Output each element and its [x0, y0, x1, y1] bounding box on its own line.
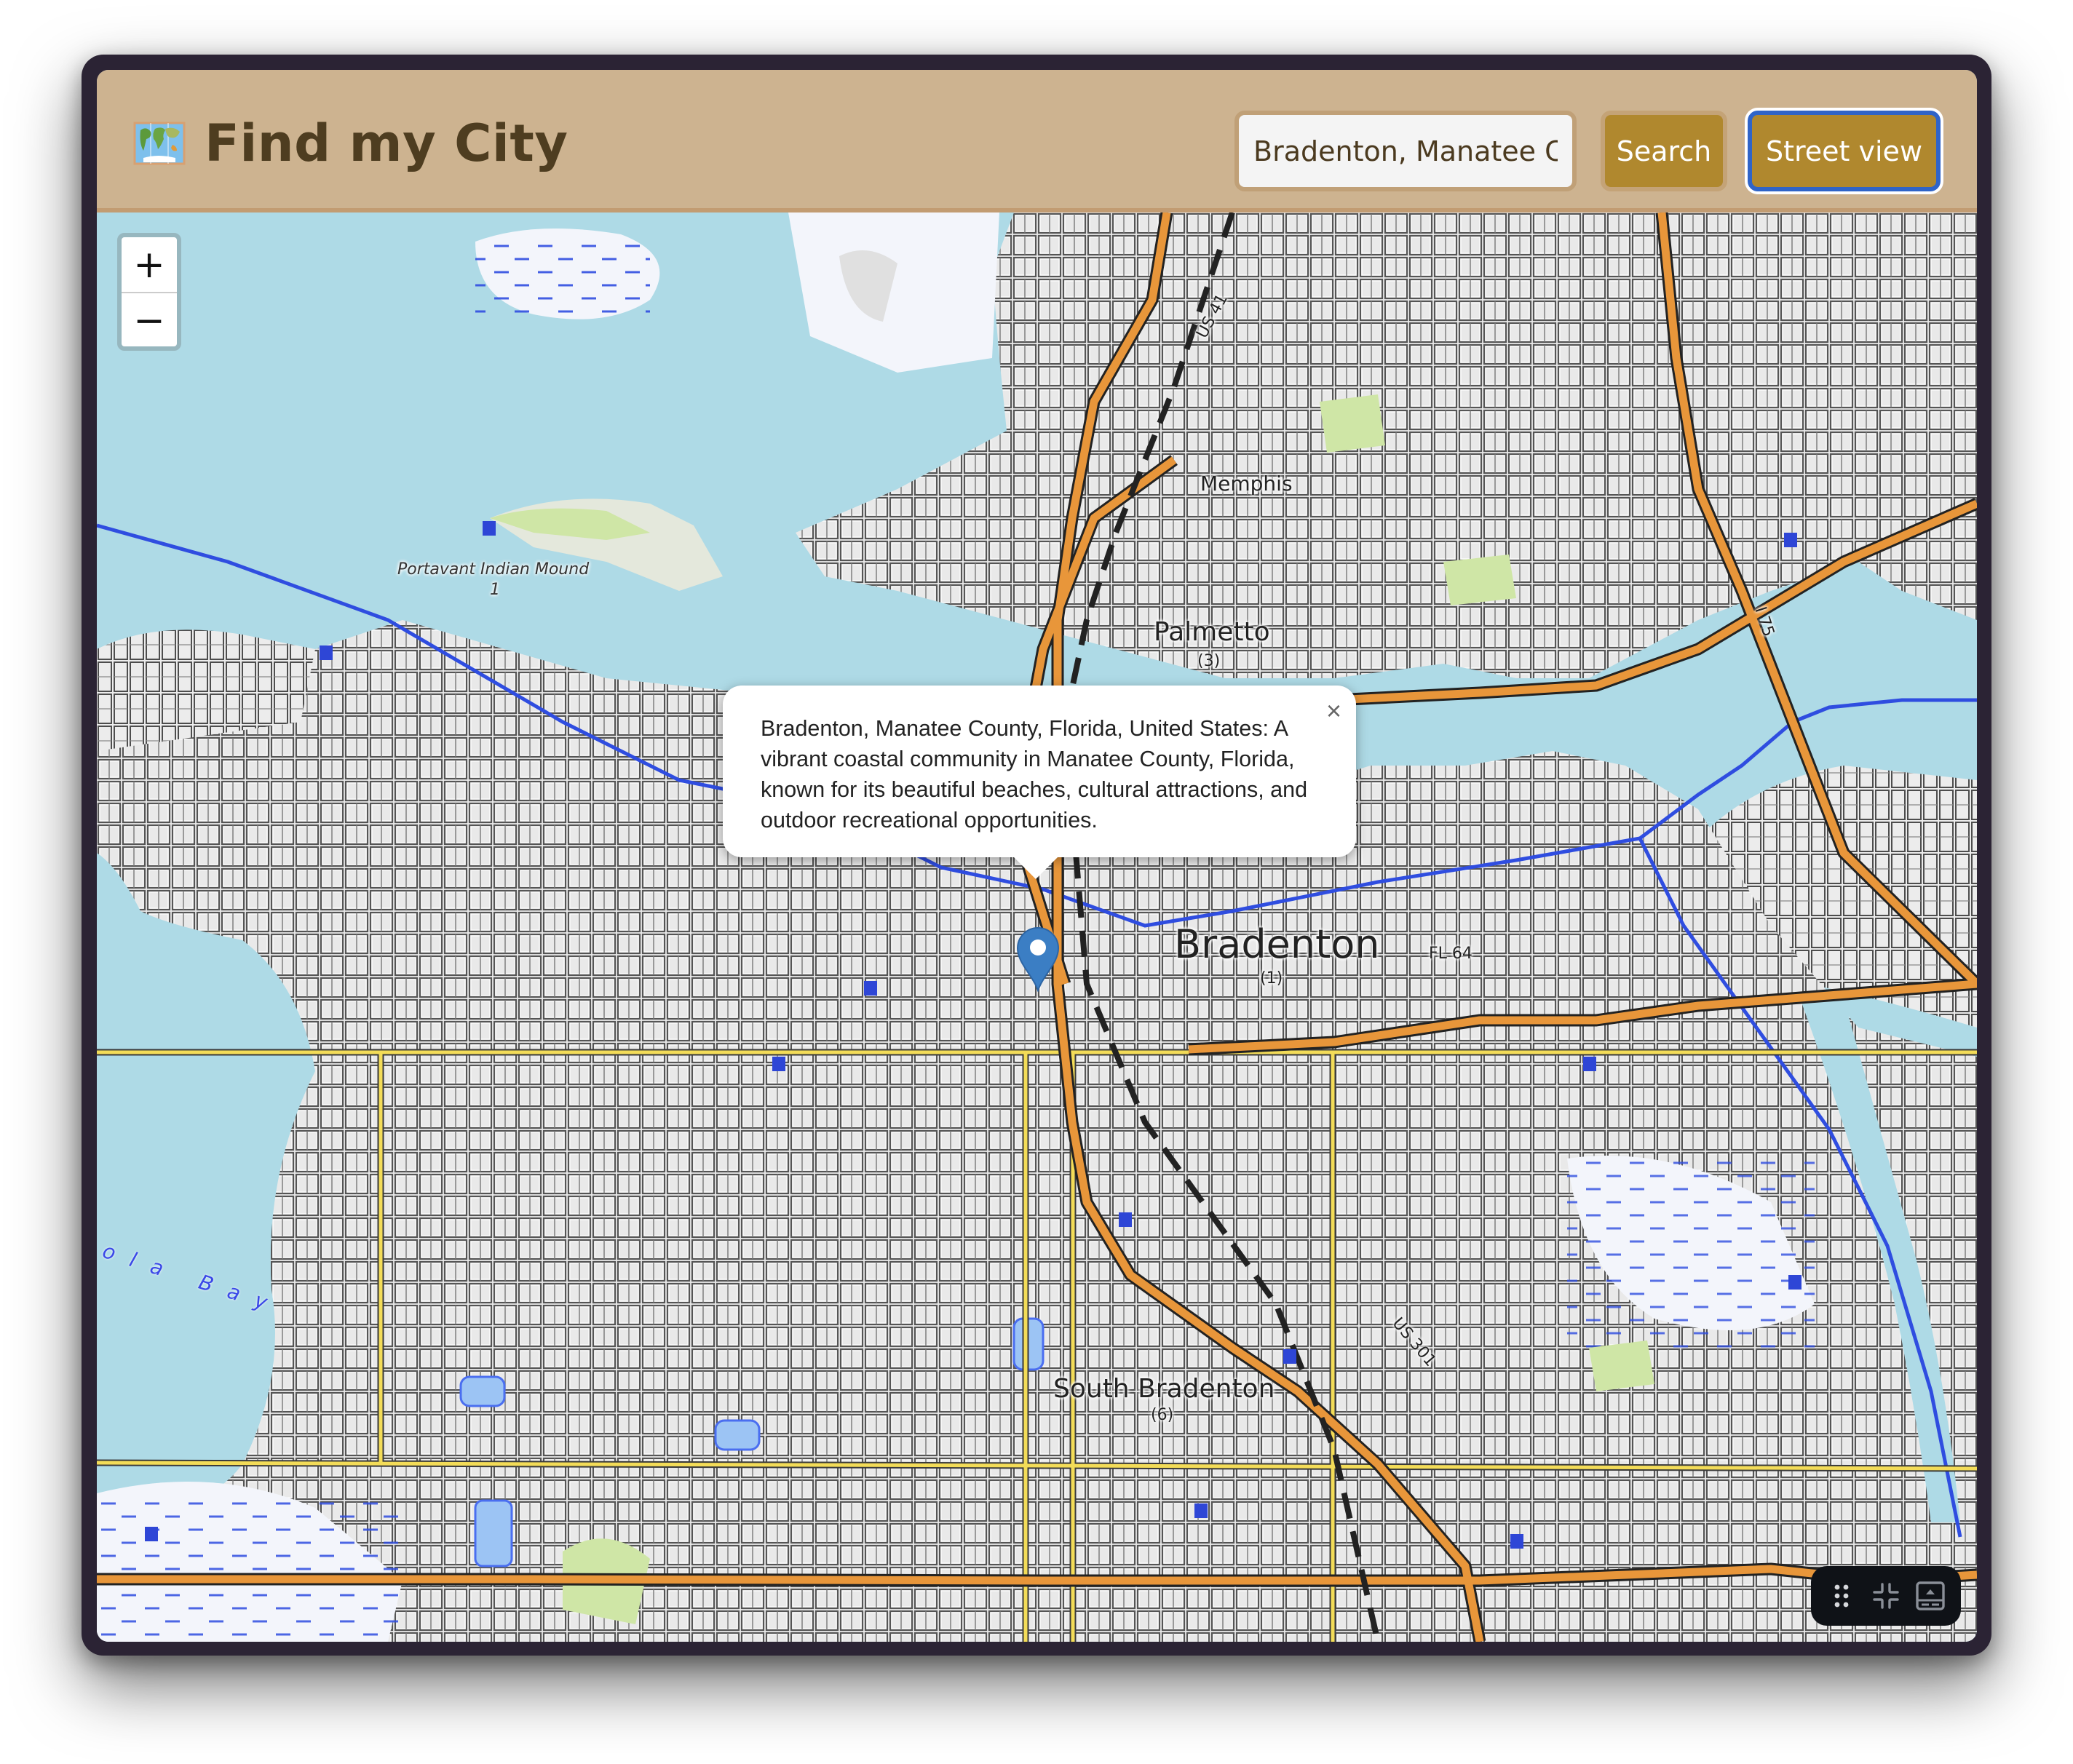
map-label-memphis: Memphis: [1200, 472, 1293, 496]
map-label-bradenton: Bradenton: [1174, 921, 1380, 967]
map-label-palmetto: Palmetto: [1154, 617, 1270, 647]
zoom-in-button[interactable]: +: [122, 237, 177, 293]
drag-handle-icon[interactable]: [1826, 1580, 1858, 1612]
search-button[interactable]: Search: [1601, 111, 1727, 191]
map-label-bradenton-count: (1): [1260, 969, 1283, 988]
zoom-control: + −: [117, 233, 181, 351]
header-bar: Find my City Search Street view: [97, 70, 1977, 212]
floating-toolbar: [1811, 1566, 1961, 1626]
map-label-portavant-mound: Portavant Indian Mound: [397, 560, 590, 579]
location-marker-icon[interactable]: [1015, 926, 1061, 993]
map-label-south-bradenton-count: (6): [1151, 1406, 1174, 1424]
app-title: Find my City: [133, 111, 568, 176]
location-popup: Bradenton, Manatee County, Florida, Unit…: [723, 686, 1356, 879]
app-window: Find my City Search Street view: [82, 55, 1991, 1656]
page-title: Find my City: [205, 114, 568, 173]
popup-tip: [1012, 856, 1059, 879]
map-label-fl64: FL 64: [1429, 945, 1472, 963]
map-canvas[interactable]: Bradenton (1) Palmetto (3) Memphis South…: [97, 212, 1977, 1642]
world-map-icon: [133, 120, 186, 167]
popup-description: Bradenton, Manatee County, Florida, Unit…: [761, 716, 1308, 833]
search-input[interactable]: [1234, 111, 1577, 191]
zoom-out-button[interactable]: −: [122, 293, 177, 348]
map-label-south-bradenton: South Bradenton: [1053, 1374, 1275, 1404]
panel-toggle-icon[interactable]: [1914, 1580, 1946, 1612]
app-content: Find my City Search Street view: [97, 70, 1977, 1642]
popup-close-button[interactable]: ×: [1326, 696, 1341, 726]
street-view-button[interactable]: Street view: [1748, 111, 1941, 191]
map-label-palmetto-count: (3): [1197, 652, 1221, 670]
map-label-portavant-elevation: 1: [490, 581, 500, 599]
collapse-icon[interactable]: [1870, 1580, 1902, 1612]
